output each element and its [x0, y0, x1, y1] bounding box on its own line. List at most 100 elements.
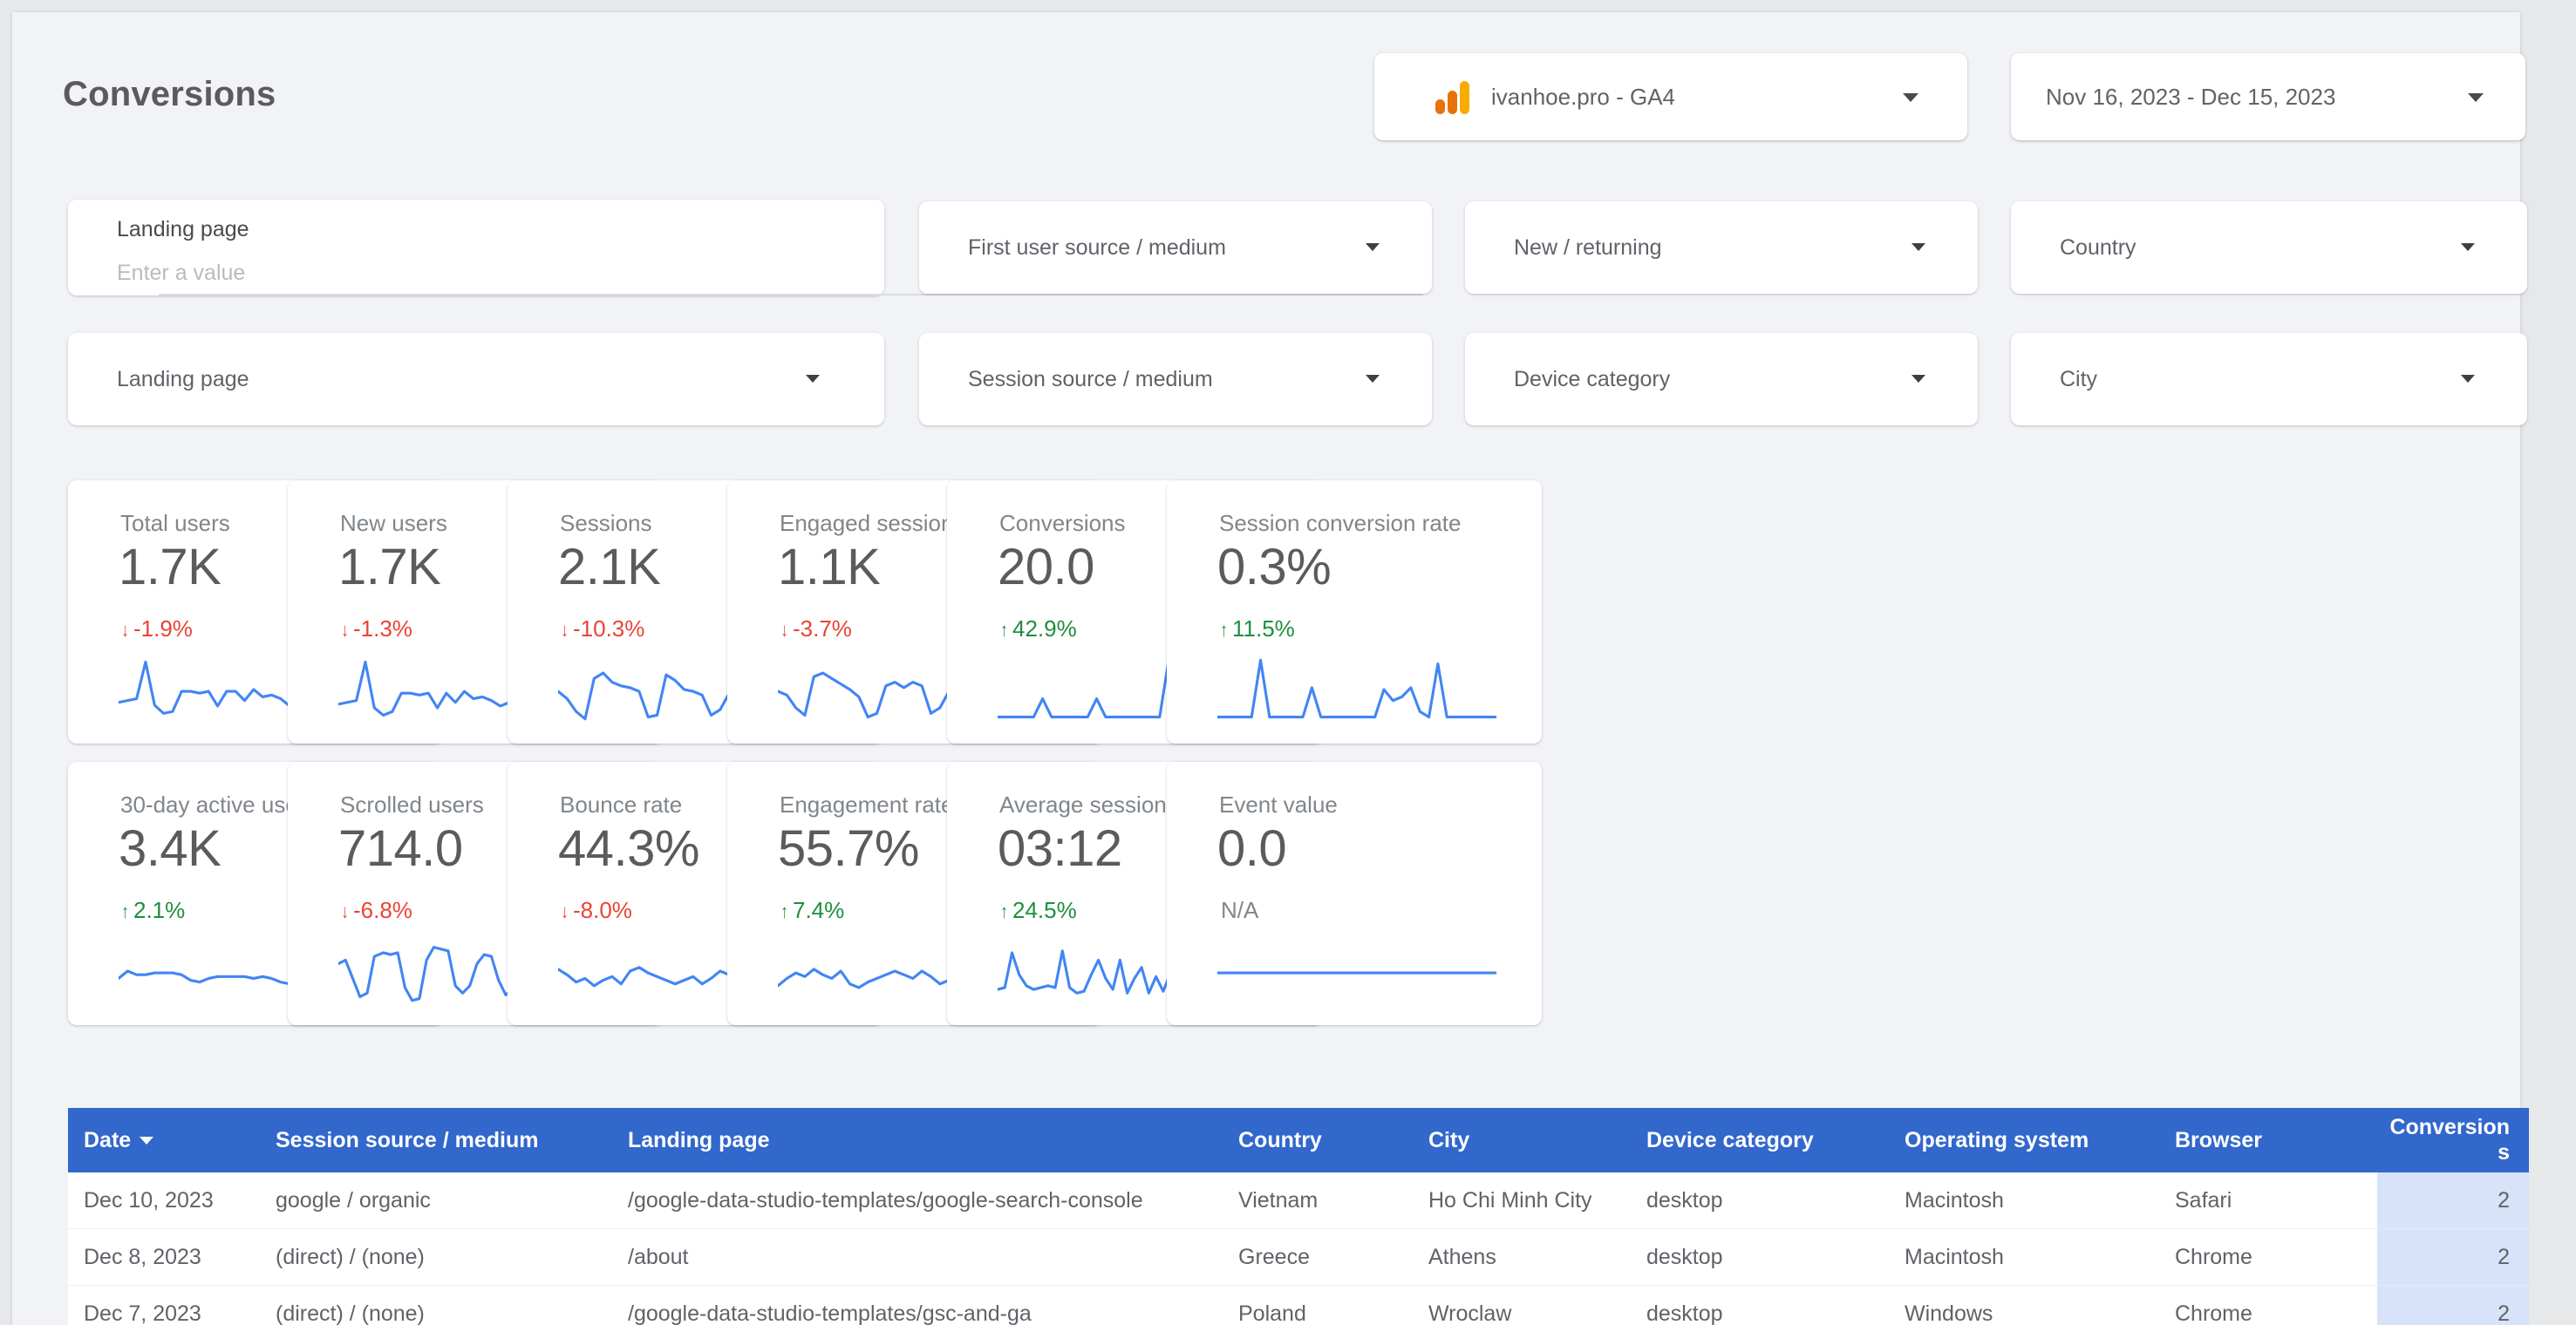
- scorecard-delta-text: -8.0%: [573, 897, 632, 923]
- scorecard-delta-text: -1.3%: [353, 615, 412, 642]
- table-cell-conversions: 2: [2377, 1172, 2529, 1229]
- table-cell-os: Macintosh: [1889, 1228, 2159, 1286]
- scorecard-delta-text: N/A: [1221, 897, 1259, 923]
- filter-city[interactable]: City: [2011, 333, 2527, 425]
- table-row[interactable]: Dec 8, 2023 (direct) / (none)/about Greece…: [68, 1228, 2529, 1286]
- table-cell-date: Dec 7, 2023: [68, 1285, 260, 1325]
- scorecard-delta: N/A: [1221, 897, 1258, 924]
- date-range-label: Nov 16, 2023 - Dec 15, 2023: [2046, 84, 2336, 110]
- table-cell-browser: Chrome: [2159, 1228, 2377, 1286]
- scorecard-value: 1.7K: [119, 539, 221, 595]
- report-canvas: Conversions ivanhoe.pro - GA4 Nov 16, 20…: [12, 12, 2529, 1325]
- scorecard-delta-text: 11.5%: [1232, 615, 1295, 642]
- data-source-label: ivanhoe.pro - GA4: [1491, 84, 1676, 110]
- scorecard-value: 20.0: [998, 539, 1094, 595]
- arrow-up-icon: ↑: [780, 900, 788, 922]
- scorecard-value: 1.7K: [338, 539, 441, 595]
- scorecard-title: New users: [340, 510, 447, 536]
- filter-country[interactable]: Country: [2011, 201, 2527, 294]
- table-cell-browser: Chrome: [2159, 1285, 2377, 1325]
- scorecard-value: 2.1K: [558, 539, 661, 595]
- scorecard-delta-text: -10.3%: [573, 615, 645, 642]
- filter-label: Country: [2060, 235, 2136, 260]
- scorecard-delta: ↑ 2.1%: [120, 897, 185, 924]
- table-header-label: City: [1428, 1127, 1470, 1152]
- arrow-down-icon: ↓: [341, 900, 349, 922]
- filter-label: Device category: [1514, 367, 1671, 391]
- table-cell-conversions: 2: [2377, 1285, 2529, 1325]
- scorecard-title: Conversions: [999, 510, 1126, 536]
- scorecard-delta-text: -3.7%: [793, 615, 852, 642]
- table-row[interactable]: Dec 10, 2023 google / organic/google-data…: [68, 1172, 2529, 1229]
- scorecard-delta-text: -1.9%: [133, 615, 193, 642]
- table-header-country[interactable]: Country: [1223, 1108, 1413, 1172]
- scorecard-value: 1.1K: [778, 539, 881, 595]
- chevron-down-icon: [1366, 243, 1380, 251]
- scorecard[interactable]: Session conversion rate 0.3% ↑ 11.5%: [1167, 480, 1542, 744]
- scorecard-value: 0.0: [1217, 820, 1287, 877]
- scorecard-title: Sessions: [560, 510, 652, 536]
- scorecard[interactable]: Event value 0.0 N/A: [1167, 762, 1542, 1025]
- table-header-device[interactable]: Device category: [1631, 1108, 1889, 1172]
- search-filter-title: Landing page: [117, 217, 249, 241]
- table-cell-date: Dec 8, 2023: [68, 1228, 260, 1286]
- search-input-underline: [159, 294, 1423, 296]
- table-cell-city: Athens: [1413, 1228, 1631, 1286]
- filter-label: First user source / medium: [968, 235, 1226, 260]
- table-cell-conversions: 2: [2377, 1228, 2529, 1286]
- table-header-city[interactable]: City: [1413, 1108, 1631, 1172]
- scorecard-title: Scrolled users: [340, 792, 484, 818]
- table-cell-landing_page: /about: [612, 1228, 1223, 1286]
- table-cell-ssm: google / organic: [260, 1172, 612, 1229]
- table-header-row: Date Session source / medium Landing page C…: [68, 1108, 2529, 1172]
- table-cell-os: Windows: [1889, 1285, 2159, 1325]
- data-source-selector[interactable]: ivanhoe.pro - GA4: [1374, 53, 1967, 140]
- table-cell-os: Macintosh: [1889, 1172, 2159, 1229]
- sort-descending-icon: [140, 1137, 154, 1145]
- filter-label: City: [2060, 367, 2098, 391]
- arrow-up-icon: ↑: [1000, 619, 1008, 641]
- table-header-label: Conversions: [2389, 1115, 2510, 1165]
- table-row[interactable]: Dec 7, 2023 (direct) / (none)/google-data…: [68, 1285, 2529, 1325]
- table-header-label: Country: [1238, 1127, 1322, 1152]
- scorecard-delta: ↓ -1.3%: [340, 615, 412, 642]
- chevron-down-icon: [1912, 243, 1925, 251]
- table-header-ssm[interactable]: Session source / medium: [260, 1108, 612, 1172]
- scorecard-title: Session conversion rate: [1219, 510, 1462, 536]
- table-cell-country: Greece: [1223, 1228, 1413, 1286]
- filter-first-user-source-medium[interactable]: First user source / medium: [919, 201, 1432, 294]
- table-header-browser[interactable]: Browser: [2159, 1108, 2377, 1172]
- scorecard-delta-text: 24.5%: [1012, 897, 1077, 923]
- table-header-os[interactable]: Operating system: [1889, 1108, 2159, 1172]
- table-header-date[interactable]: Date: [68, 1108, 260, 1172]
- scorecard-delta: ↑ 7.4%: [780, 897, 844, 924]
- scorecard-delta-text: 7.4%: [793, 897, 845, 923]
- table-cell-city: Ho Chi Minh City: [1413, 1172, 1631, 1229]
- arrow-down-icon: ↓: [341, 619, 349, 641]
- scorecard-value: 44.3%: [558, 820, 699, 877]
- chevron-down-icon: [1912, 375, 1925, 383]
- scorecard-delta-text: -6.8%: [353, 897, 412, 923]
- search-input[interactable]: [117, 261, 832, 286]
- table-cell-country: Vietnam: [1223, 1172, 1413, 1229]
- date-range-selector[interactable]: Nov 16, 2023 - Dec 15, 2023: [2011, 53, 2525, 140]
- scorecard-sparkline: [1217, 936, 1496, 1006]
- table-cell-landing_page: /google-data-studio-templates/gsc-and-ga: [612, 1285, 1223, 1325]
- table-cell-city: Wroclaw: [1413, 1285, 1631, 1325]
- filter-session-source-medium[interactable]: Session source / medium: [919, 333, 1432, 425]
- table-header-label: Date: [84, 1127, 132, 1152]
- scorecard-value: 714.0: [338, 820, 463, 877]
- table-header-landing_page[interactable]: Landing page: [612, 1108, 1223, 1172]
- ga4-logo-icon: [1435, 81, 1470, 114]
- table-header-conversions[interactable]: Conversions: [2377, 1108, 2529, 1172]
- scorecard-delta: ↑ 42.9%: [999, 615, 1077, 642]
- filter-device-category[interactable]: Device category: [1465, 333, 1978, 425]
- scorecard-title: Engaged sessions: [780, 510, 965, 536]
- filter-landing-page[interactable]: Landing page: [68, 333, 884, 425]
- landing-page-search-filter[interactable]: Landing page: [68, 200, 1423, 296]
- chevron-down-icon: [2461, 375, 2475, 383]
- filter-new-returning[interactable]: New / returning: [1465, 201, 1978, 294]
- table-header-label: Device category: [1646, 1127, 1814, 1152]
- chevron-down-icon: [806, 375, 820, 383]
- report-header: Conversions ivanhoe.pro - GA4 Nov 16, 20…: [12, 12, 2525, 178]
